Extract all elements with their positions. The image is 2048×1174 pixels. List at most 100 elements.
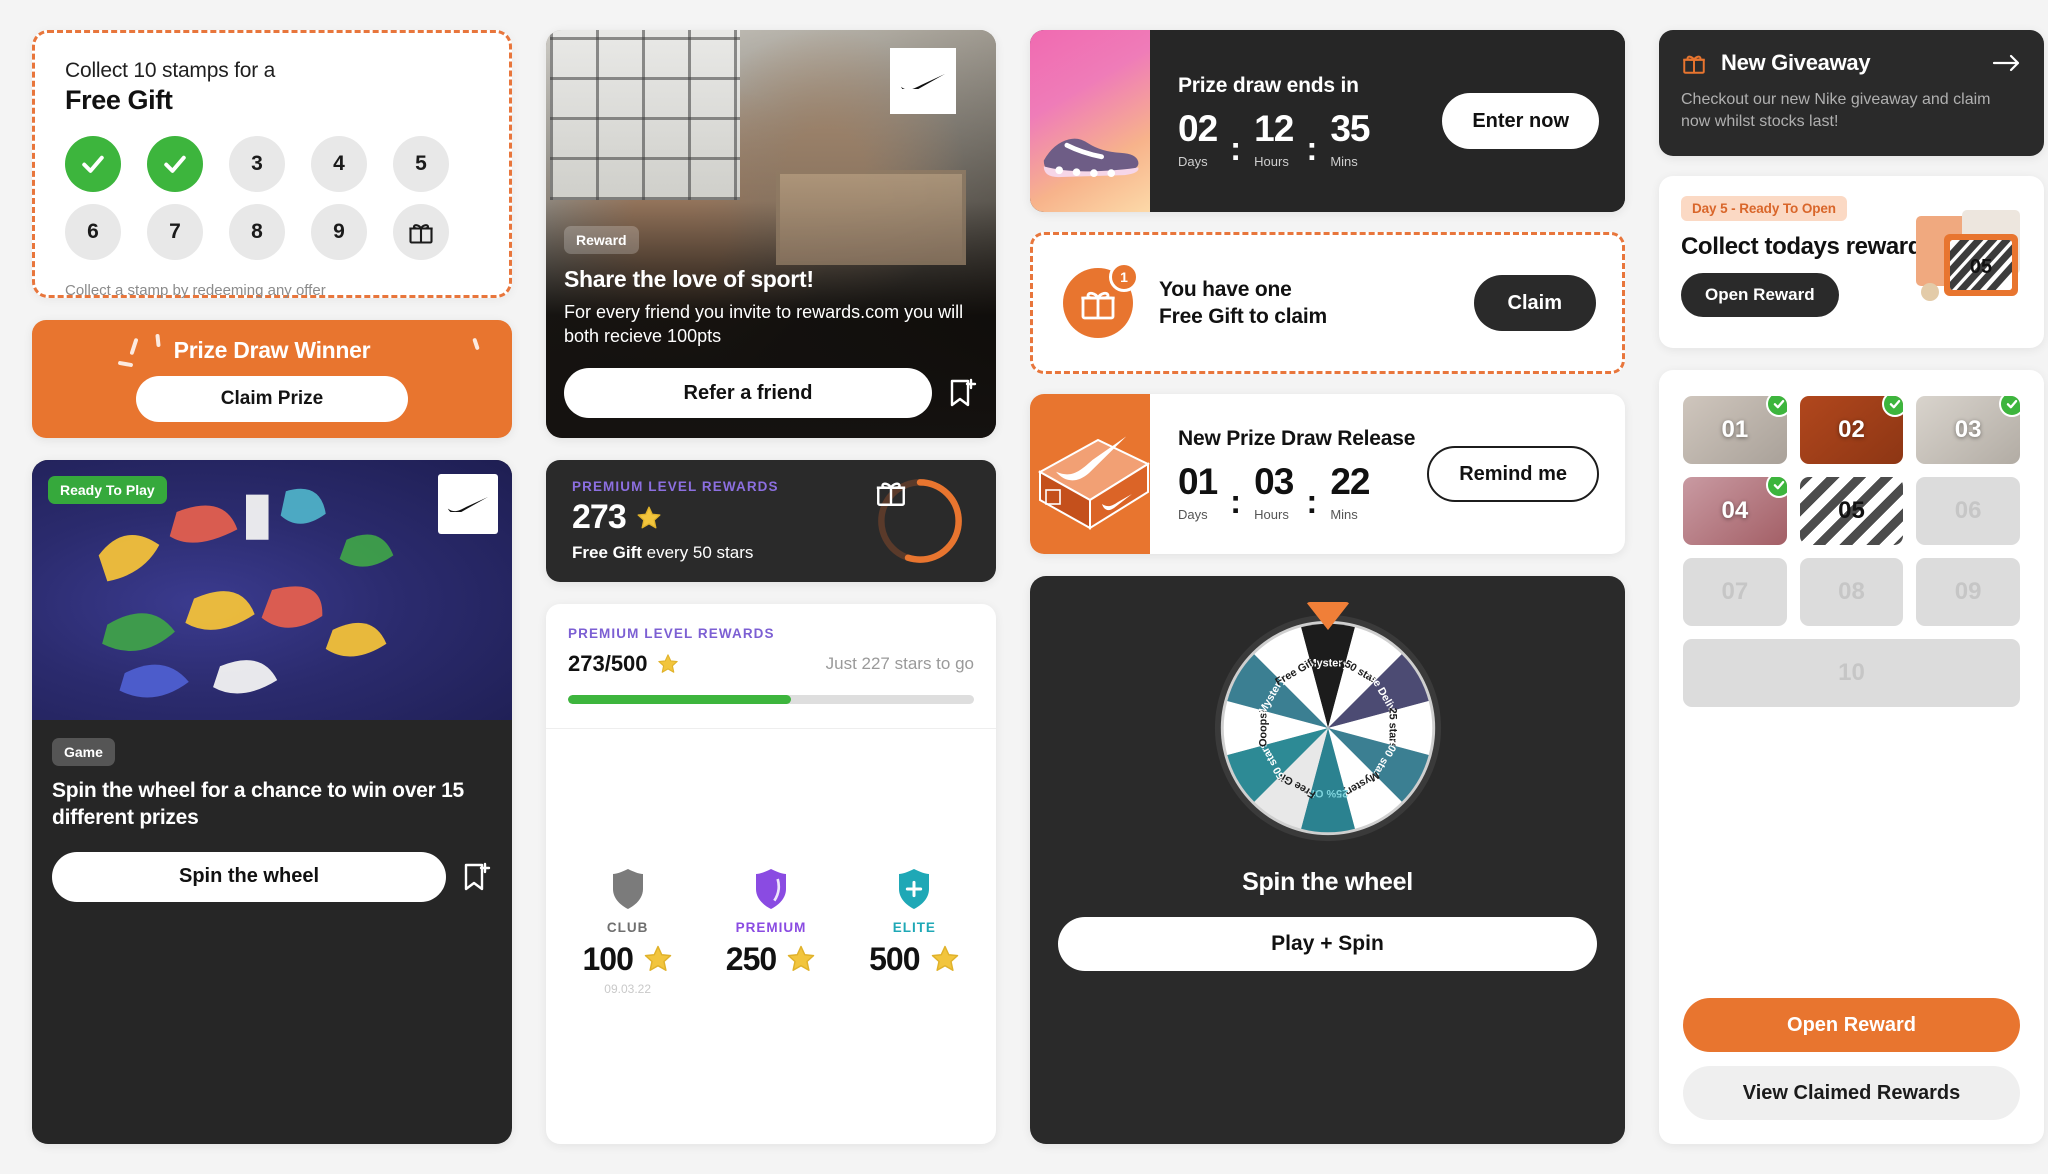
countdown-separator: : [1230,129,1242,167]
reward-tile-03[interactable]: 03 [1916,396,2020,465]
premium-subline: Free Gift every 50 stars [572,543,779,563]
countdown-label: Mins [1330,153,1358,169]
reward-tile-label: 03 [1954,416,1982,444]
refer-a-friend-button[interactable]: Refer a friend [564,368,932,418]
stamp-grid: 345 6789 [65,136,479,260]
premium-progress-ring [874,475,966,567]
stamp-4: 4 [311,136,367,192]
claim-gift-button[interactable]: Claim [1473,275,1596,331]
wheel-graphic[interactable]: Mystery150 starsFree Delivery25 stars100… [1210,610,1446,846]
sparkle-icon [117,360,134,368]
new-release-heading: New Prize Draw Release [1178,426,1416,450]
play-and-spin-button[interactable]: Play + Spin [1058,917,1597,971]
spin-wheel[interactable]: Mystery 150 stars Free Delivery 25 stars 100… [1210,602,1446,848]
shield-icon [699,866,842,912]
spin-wheel-heading: Spin the wheel [1242,868,1413,896]
free-gift-line-2: Free Gift to claim [1159,305,1327,328]
stamp-card-lead: Collect 10 stamps for a [65,59,276,82]
prize-draw-text: Prize draw ends in 02 Days:12 Hours:35 Mins [1178,74,1442,169]
shield-icon [843,866,986,912]
check-icon [1998,396,2020,418]
sparkle-icon [155,333,161,348]
column-four: New Giveaway Checkout our new Nike givea… [1659,30,2044,1144]
premium-star-value: 273 [572,498,627,536]
tier-club: CLUB 100 09.03.22 [556,866,699,996]
countdown-value: 12 [1254,107,1294,149]
prize-draw-winner-card[interactable]: Prize Draw Winner Claim Prize [32,320,512,438]
premium-summary-text: PREMIUM LEVEL REWARDS 273 Free Gift ever… [572,479,779,563]
premium-progress-top: PREMIUM LEVEL REWARDS 273/500 Just 227 s… [546,604,996,729]
referral-badge: Reward [564,226,639,255]
new-giveaway-card[interactable]: New Giveaway Checkout our new Nike givea… [1659,30,2044,157]
game-card-text: Spin the wheel for a chance to win over … [52,779,464,829]
tier-date: 09.03.22 [604,981,652,996]
premium-to-go-label: Just 227 stars to go [825,654,974,673]
spin-wheel-card: Mystery 150 stars Free Delivery 25 stars 100… [1030,576,1625,1144]
game-card[interactable]: Ready To Play Game Spin the wheel for a … [32,460,512,1144]
game-type-badge: Game [52,738,115,766]
sparkle-icon [472,337,480,351]
tier-value: 500 [843,941,986,978]
check-icon [1765,396,1787,418]
rewards-dashboard: Collect 10 stamps for a Free Gift 345 678… [0,0,2048,1174]
shoebox-icon [1037,436,1151,530]
reward-tile-01[interactable]: 01 [1683,396,1787,465]
countdown-separator: : [1306,482,1318,520]
open-reward-button[interactable]: Open Reward [1683,998,2020,1052]
stamp-2 [147,136,203,192]
view-claimed-rewards-button[interactable]: View Claimed Rewards [1683,1066,2020,1120]
reward-tile-04[interactable]: 04 [1683,477,1787,546]
reward-tile-08: 08 [1799,558,1904,627]
enter-now-button[interactable]: Enter now [1442,93,1599,149]
gift-icon [409,224,433,244]
stamp-1 [65,136,121,192]
reward-tile-label: 06 [1954,497,1982,525]
claim-prize-button[interactable]: Claim Prize [136,375,408,422]
premium-progress-eyebrow: PREMIUM LEVEL REWARDS [568,626,775,641]
reward-tile-label: 07 [1721,578,1749,606]
spin-the-wheel-button[interactable]: Spin the wheel [52,851,446,902]
arrow-right-icon[interactable] [1992,53,2022,73]
referral-actions: Refer a friend [564,368,978,418]
free-gift-claim-card: 1 You have one Free Gift to claim Claim [1030,232,1625,374]
premium-fraction-value: 273/500 [568,651,648,676]
countdown-label: Hours [1254,506,1289,522]
reward-tile-06: 06 [1916,477,2020,546]
prize-draw-main: Prize draw ends in 02 Days:12 Hours:35 Mins… [1150,30,1625,212]
gym-window-decor [550,30,740,200]
check-icon [1765,477,1787,499]
countdown-label: Days [1178,506,1208,522]
countdown-value: 03 [1254,460,1294,502]
reward-tile-05[interactable]: 05 [1799,477,1904,546]
star-icon [787,945,815,971]
new-release-text: New Prize Draw Release 01 Days:03 Hours:22… [1178,427,1427,522]
reward-tile-label: 09 [1954,578,1982,606]
stamp-collector-card: Collect 10 stamps for a Free Gift 345 678… [32,30,512,299]
new-release-main: New Prize Draw Release 01 Days:03 Hours:22… [1150,394,1625,554]
stamp-9: 9 [311,204,367,260]
countdown-unit-hours: 03 Hours [1254,460,1294,522]
premium-progress-fill [568,695,792,704]
bookmark-add-icon[interactable] [462,861,492,893]
reward-tile-02[interactable]: 02 [1799,396,1904,465]
referral-heading: Share the love of sport! [564,266,814,293]
tier-value: 250 [699,941,842,978]
premium-subline-bold: Free Gift [572,543,642,562]
countdown-unit-hours: 12 Hours [1254,107,1294,169]
gift-icon [874,475,966,567]
day-status-chip: Day 5 - Ready To Open [1681,196,1847,222]
countdown-unit-days: 02 Days [1178,110,1218,169]
remind-me-button[interactable]: Remind me [1427,446,1599,502]
premium-progress-bar [568,695,974,704]
countdown-label: Mins [1330,506,1358,522]
countdown-unit-mins: 22 Mins [1330,460,1370,522]
bookmark-add-icon[interactable] [948,377,978,409]
countdown-value: 22 [1330,460,1370,502]
referral-card[interactable]: Reward Share the love of sport! For ever… [546,30,996,438]
game-card-body: Game Spin the wheel for a chance to win … [32,720,512,922]
reward-tile-label: 02 [1838,416,1865,444]
giveaway-header: New Giveaway [1681,50,2022,76]
star-icon [637,506,661,528]
open-reward-button-top[interactable]: Open Reward [1681,273,1839,318]
game-card-actions: Spin the wheel [52,851,492,902]
